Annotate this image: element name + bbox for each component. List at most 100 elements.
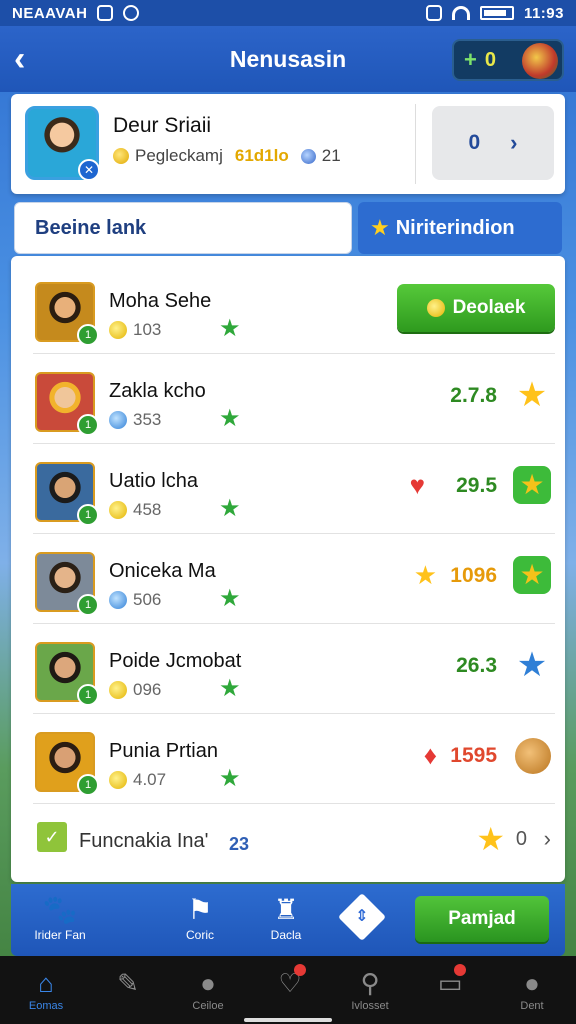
player-avatar: 1: [35, 462, 99, 526]
vibrate-icon: [425, 5, 442, 21]
status-right: 11:93: [425, 4, 564, 22]
nav-label: Eomas: [28, 1000, 64, 1012]
tab-rank[interactable]: Beeine lank: [14, 202, 352, 254]
emblem-icon: [522, 43, 558, 79]
player-score: 2.7.8: [450, 384, 497, 407]
player-stat: 103: [109, 320, 161, 340]
player-score: 1595: [450, 744, 497, 767]
profile-gold-value: 61d1lo: [234, 146, 289, 165]
coin-icon: [426, 299, 445, 317]
green-star-icon: ★: [219, 765, 241, 792]
list-item[interactable]: 1 Poide Jcmobat 096 ★ 26.3 ★: [33, 624, 555, 714]
player-score: 26.3: [456, 654, 497, 677]
nav-edit[interactable]: ✎: [88, 966, 168, 1000]
player-stat-value: 353: [133, 410, 162, 429]
ruby-icon: ♦: [423, 740, 437, 770]
clipboard-icon: ▭: [437, 968, 463, 998]
green-star-badge-icon: ★: [513, 556, 551, 594]
tab-rank-label: Beeine lank: [35, 216, 147, 239]
level-badge-icon: 1: [77, 504, 99, 526]
chevron-left-icon: ‹: [14, 40, 26, 78]
blue-star-icon: ★: [516, 646, 548, 684]
sort-icon: ⇕: [355, 908, 369, 925]
green-star-icon: ★: [219, 495, 241, 522]
action-item-friends[interactable]: 🐾 Irider Fan: [15, 892, 105, 942]
profile-card[interactable]: ✕ Deur Sriaii Pegleckamj 61d1lo 21 0 ›: [11, 94, 565, 194]
profile-name: Deur Sriaii: [113, 114, 212, 137]
footer-count: 0: [515, 828, 527, 850]
avatar: ✕: [25, 106, 100, 181]
action-bar: 🐾 Irider Fan ⚑ Coric ♜ Dacla ⇕ Pamjad: [11, 884, 565, 956]
user-icon: ●: [200, 968, 216, 998]
green-star-badge-icon: ★: [513, 466, 551, 504]
player-stat: 506: [109, 590, 161, 610]
action-button[interactable]: Deolaek: [397, 284, 555, 332]
list-item[interactable]: 1 Moha Sehe 103 ★ Deolaek: [33, 264, 555, 354]
nav-profile[interactable]: ● Ceiloe: [168, 966, 248, 1012]
action-item-dacla[interactable]: ♜ Dacla: [241, 892, 331, 942]
currency-pill[interactable]: + 0: [452, 39, 564, 81]
page-title: Nenusasin: [229, 45, 347, 72]
player-stat: 458: [109, 500, 161, 520]
level-badge-icon: 1: [77, 594, 99, 616]
bottom-nav: ⌂ Eomas ✎ ● Ceiloe ♡ ⚲ Ivlosset ▭ ● Dent: [0, 956, 576, 1024]
verified-icon: ✕: [78, 159, 100, 181]
player-stat-value: 458: [133, 500, 162, 519]
green-star-icon: ★: [219, 675, 241, 702]
action-button-label: Deolaek: [452, 297, 526, 318]
trophy-icon: ♜: [273, 894, 299, 925]
primary-button[interactable]: Pamjad: [415, 896, 549, 942]
gold-star-icon: ★: [516, 376, 548, 414]
footer-row[interactable]: ✓ Funcnakia Ina' 23 ★ 0 ›: [33, 804, 555, 874]
player-avatar: 1: [35, 642, 99, 706]
rank-button[interactable]: 0 ›: [432, 106, 554, 180]
list-item[interactable]: 1 Uatio lcha 458 ★ ♥ 29.5 ★: [33, 444, 555, 534]
nav-label: Dent: [520, 1000, 544, 1012]
task-icon: ✓: [37, 822, 67, 852]
coin-icon: [113, 148, 129, 164]
heart-outline-icon: ♡: [278, 968, 302, 998]
player-avatar: 1: [35, 552, 99, 616]
coin-icon: [109, 681, 127, 699]
action-item-label: Dacla: [270, 928, 302, 942]
pencil-icon: ✎: [117, 968, 139, 998]
back-button[interactable]: ‹: [14, 40, 48, 78]
rank-value: 0: [468, 131, 481, 154]
profile-gem-value: 21: [321, 146, 341, 165]
tab-other-label: Niriterindion: [395, 216, 515, 239]
nav-events[interactable]: ⚲ Ivlosset: [330, 966, 410, 1012]
list-item[interactable]: 1 Punia Prtian 4.07 ★ ♦ 1595: [33, 714, 555, 804]
action-item-label: Irider Fan: [34, 928, 86, 942]
nav-favorites[interactable]: ♡: [250, 964, 330, 1000]
tab-other[interactable]: ★ Niriterindion: [358, 202, 562, 254]
level-badge-icon: 1: [77, 414, 99, 436]
list-item[interactable]: 1 Zakla kcho 353 ★ 2.7.8 ★: [33, 354, 555, 444]
coin-icon: [109, 321, 127, 339]
player-score: 29.5: [456, 474, 497, 497]
home-icon: ⌂: [38, 968, 54, 998]
green-star-icon: ★: [219, 405, 241, 432]
player-avatar: 1: [35, 732, 99, 796]
player-stat: 4.07: [109, 770, 166, 790]
account-icon: ●: [524, 968, 540, 998]
footer-label: Funcnakia Ina': [79, 830, 209, 852]
player-stat-value: 096: [133, 680, 162, 699]
list-item[interactable]: 1 Onicekа Ma 506 ★ ★ 1096 ★: [33, 534, 555, 624]
player-stat: 353: [109, 410, 161, 430]
battery-icon: [479, 6, 514, 20]
player-name: Uatio lcha: [109, 470, 198, 492]
flag-icon: ⚑: [187, 894, 213, 925]
status-time: 11:93: [523, 4, 564, 22]
nav-inbox[interactable]: ▭: [410, 964, 490, 1000]
player-name: Punia Prtian: [109, 740, 218, 762]
star-icon: ★: [370, 215, 390, 240]
gem-icon: [300, 148, 316, 164]
gem-icon: [109, 591, 127, 609]
coin-icon: [109, 501, 127, 519]
people-icon: ⚲: [360, 968, 380, 998]
footer-number: 23: [229, 834, 250, 854]
nav-home[interactable]: ⌂ Eomas: [6, 966, 86, 1012]
nav-account[interactable]: ● Dent: [492, 966, 572, 1012]
action-item-coric[interactable]: ⚑ Coric: [155, 892, 245, 942]
status-carrier: NEAAVAH: [12, 4, 88, 22]
